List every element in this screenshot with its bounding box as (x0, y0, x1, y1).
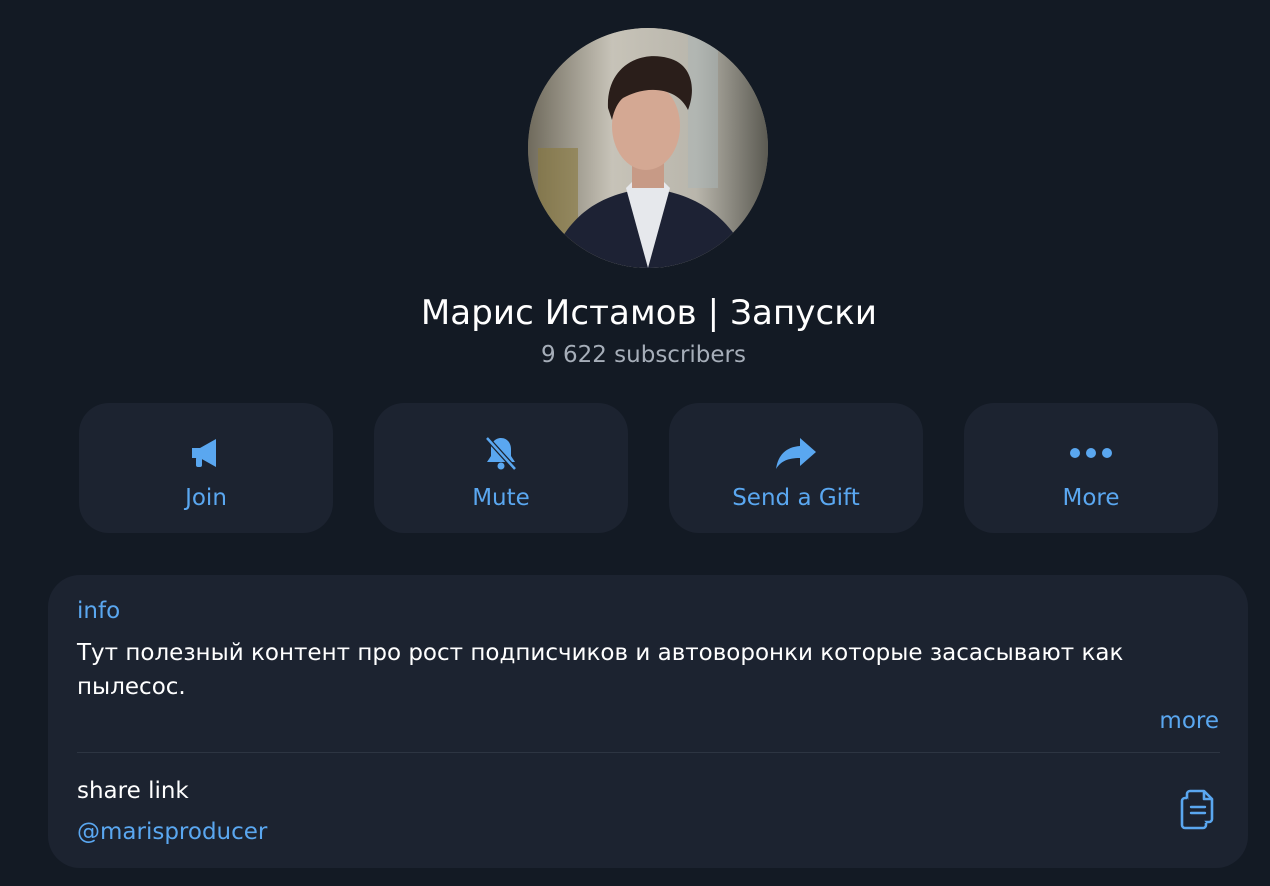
join-label: Join (185, 485, 227, 511)
avatar-photo (528, 28, 768, 268)
action-bar: Join Mute Send a Gift More (79, 403, 1219, 533)
join-button[interactable]: Join (79, 403, 333, 533)
copy-link-button[interactable] (1176, 789, 1220, 833)
subscriber-count: 9 622 subscribers (541, 342, 746, 368)
share-arrow-icon (669, 433, 923, 473)
mute-label: Mute (472, 485, 530, 511)
channel-title: Марис Истамов | Запуски (420, 293, 878, 333)
share-link-value[interactable]: @marisproducer (77, 817, 267, 847)
more-dots-icon (964, 433, 1218, 473)
mute-button[interactable]: Mute (374, 403, 628, 533)
send-gift-label: Send a Gift (732, 485, 860, 511)
more-label: More (1062, 485, 1120, 511)
copy-icon (1178, 787, 1218, 835)
channel-description: Тут полезный контент про рост подписчико… (77, 640, 1124, 700)
share-link-heading: share link (77, 778, 189, 804)
channel-profile-page: Марис Истамов | Запуски 9 622 subscriber… (0, 0, 1270, 886)
expand-description-link[interactable]: more (1159, 706, 1219, 736)
bell-muted-icon (374, 433, 628, 473)
megaphone-icon (79, 433, 333, 473)
more-button[interactable]: More (964, 403, 1218, 533)
send-gift-button[interactable]: Send a Gift (669, 403, 923, 533)
info-card: info Тут полезный контент про рост подпи… (48, 575, 1248, 868)
info-heading: info (77, 598, 121, 624)
avatar[interactable] (528, 28, 768, 268)
divider (77, 752, 1220, 753)
